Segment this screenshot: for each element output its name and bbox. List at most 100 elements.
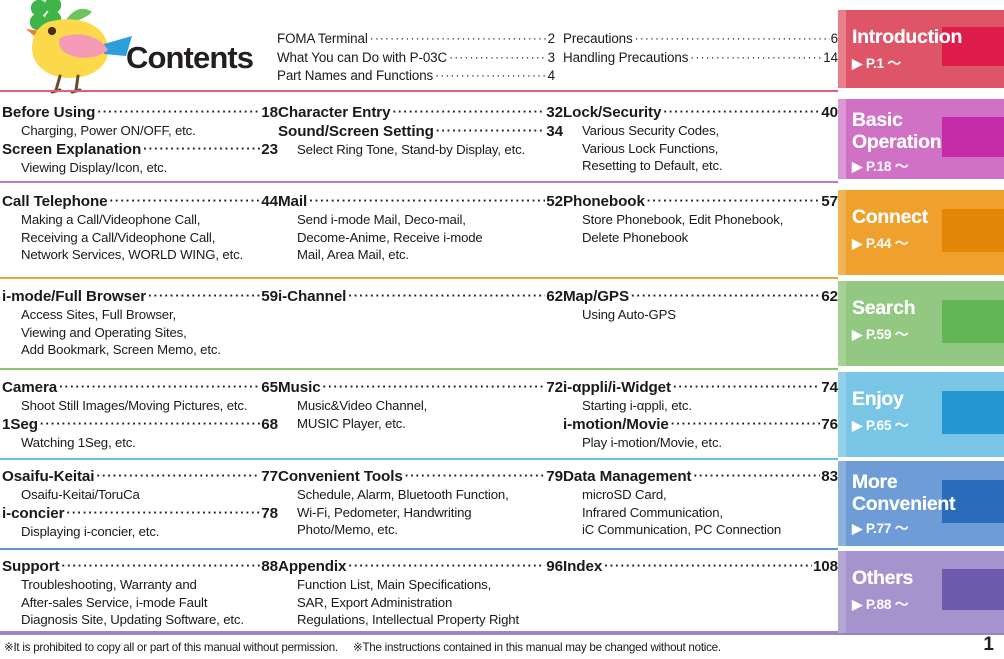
section-tab-others[interactable]: Others ▶ P.88 〜 (838, 551, 1004, 633)
toc-entry-subtitle: Troubleshooting, Warranty and (21, 577, 197, 592)
toc-entry[interactable]: Support ·································… (2, 557, 278, 629)
toc-entry-heading[interactable]: Mail ····································… (278, 192, 563, 211)
section-tab-connect[interactable]: Connect ▶ P.44 〜 (838, 190, 1004, 275)
toc-entry-subtitle: Network Services, WORLD WING, etc. (21, 247, 244, 263)
toc-column: Character Entry ·························… (278, 103, 563, 176)
leader-dots: ········································… (672, 379, 821, 394)
toc-entry-heading[interactable]: Appendix ································… (278, 557, 563, 576)
toc-entry[interactable]: Sound/Screen Setting ····················… (278, 122, 563, 159)
toc-entry-subtitle: Add Bookmark, Screen Memo, etc. (21, 342, 221, 358)
toc-entry-heading[interactable]: Lock/Security ···························… (563, 103, 838, 122)
toc-entry[interactable]: Map/GPS ·································… (563, 287, 838, 324)
contents-page: Contents FOMA Terminal ··················… (0, 0, 1004, 659)
toc-entry[interactable]: Index ···································… (563, 557, 838, 576)
toc-entry[interactable]: Character Entry ·························… (278, 103, 563, 122)
leader-dots: ········································… (435, 68, 547, 83)
toc-entry[interactable]: i-mode/Full Browser·····················… (2, 287, 278, 359)
toc-entry-title: Precautions (563, 31, 633, 46)
toc-entry-title: Index (563, 558, 603, 575)
toc-entry[interactable]: i-αppli/i-Widget ························… (563, 378, 838, 415)
toc-entry-heading[interactable]: i-motion/Movie ··························… (563, 415, 838, 434)
toc-entry-heading[interactable]: 1Seg ····································… (2, 415, 278, 434)
toc-entry-subtitle: Resetting to Default, etc. (582, 158, 723, 174)
toc-entry-heading[interactable]: Call Telephone ··························… (2, 192, 278, 211)
toc-entry-heading[interactable]: i-concier ·······························… (2, 504, 278, 523)
toc-entry[interactable]: Camera ··································… (2, 378, 278, 415)
section-tab-search[interactable]: Search ▶ P.59 〜 (838, 281, 1004, 366)
toc-entry-heading[interactable]: FOMA Terminal ···························… (277, 30, 555, 49)
tab-label: Search (852, 297, 916, 319)
leader-dots: ········································… (309, 193, 545, 208)
section-tab-enjoy[interactable]: Enjoy ▶ P.65 〜 (838, 372, 1004, 457)
toc-entry-title: i-concier (2, 504, 65, 522)
toc-column: Support ·································… (0, 557, 278, 629)
toc-entry-subtitle: Various Lock Functions, (582, 140, 719, 156)
section-tab-more-convenient[interactable]: More Convenient ▶ P.77 〜 (838, 461, 1004, 546)
tab-page-reference: ▶ P.59 〜 (852, 327, 909, 342)
toc-entry[interactable]: i-motion/Movie ··························… (563, 415, 838, 452)
toc-entry-subtitle: Select Ring Tone, Stand-by Display, etc. (297, 142, 526, 157)
tab-label: Introduction (852, 26, 963, 48)
toc-entry-heading[interactable]: Handling Precautions ····················… (563, 49, 838, 68)
toc-entry-heading[interactable]: Support ·································… (2, 557, 278, 576)
toc-entry-subtitle: Watching 1Seg, etc. (21, 434, 136, 450)
toc-entry-title: Character Entry (278, 104, 391, 121)
toc-column: Convenient Tools ························… (278, 467, 563, 540)
leader-dots: ········································… (690, 49, 823, 64)
leader-dots: ········································… (630, 288, 821, 303)
toc-entry-page: 6 (830, 31, 838, 46)
toc-entry[interactable]: Osaifu-Keitai ···························… (2, 467, 278, 504)
toc-entry-heading[interactable]: i-αppli/i-Widget ························… (563, 378, 838, 397)
toc-entry-heading[interactable]: Sound/Screen Setting ····················… (278, 122, 563, 141)
toc-entry-heading[interactable]: Osaifu-Keitai ···························… (2, 467, 278, 486)
contents-main: Contents FOMA Terminal ··················… (0, 0, 838, 633)
toc-entry-page: 88 (261, 558, 278, 575)
toc-entry-title: Appendix (278, 558, 347, 575)
toc-entry-heading[interactable]: Convenient Tools ························… (278, 467, 563, 486)
toc-entry-heading[interactable]: What You can Do with P-03C ··············… (277, 49, 555, 68)
toc-entry[interactable]: Before Using ····························… (2, 103, 278, 140)
toc-entry[interactable]: Phonebook ·······························… (563, 192, 838, 246)
toc-entry-heading[interactable]: Music ···································… (278, 378, 563, 397)
toc-entry[interactable]: Appendix ································… (278, 557, 563, 629)
toc-entry-subtitle: After-sales Service, i-mode Fault (21, 594, 208, 610)
leader-dots: ········································… (634, 31, 830, 45)
toc-entry-heading[interactable]: i-mode/Full Browser·····················… (2, 287, 278, 306)
toc-entry[interactable]: 1Seg ····································… (2, 415, 278, 452)
toc-entry-title: i-mode/Full Browser (2, 288, 147, 305)
toc-entry-heading[interactable]: Index ···································… (563, 557, 838, 576)
section-tab-basic-operation[interactable]: Basic Operation ▶ P.18 〜 (838, 99, 1004, 179)
toc-entry[interactable]: Call Telephone ··························… (2, 192, 278, 264)
toc-entry[interactable]: Music ···································… (278, 378, 563, 432)
toc-entry-heading[interactable]: Character Entry ·························… (278, 103, 563, 122)
toc-entry-heading[interactable]: Part Names and Functions ················… (277, 67, 555, 86)
toc-entry-heading[interactable]: i-Channel ·······························… (278, 287, 563, 306)
toc-entry-heading[interactable]: Camera ··································… (2, 378, 278, 397)
toc-entry-heading[interactable]: Map/GPS ·································… (563, 287, 838, 306)
toc-entry-heading[interactable]: Before Using ····························… (2, 103, 278, 122)
toc-entry-heading[interactable]: Precautions ·····························… (563, 30, 838, 49)
leader-dots: ········································… (604, 558, 812, 573)
toc-entry[interactable]: i-concier ·······························… (2, 504, 278, 541)
leader-dots: ········································… (96, 468, 260, 483)
toc-entry[interactable]: Mail ····································… (278, 192, 563, 264)
toc-entry-heading[interactable]: Phonebook ·······························… (563, 192, 838, 211)
toc-entry-page: 32 (546, 104, 563, 121)
toc-entry-heading[interactable]: Screen Explanation ······················… (2, 140, 278, 159)
toc-entry[interactable]: Lock/Security ···························… (563, 103, 838, 175)
leader-dots: ········································… (369, 31, 547, 45)
toc-entry[interactable]: i-Channel ·······························… (278, 287, 563, 306)
page-number: 1 (983, 634, 994, 655)
toc-entry[interactable]: Data Management·························… (563, 467, 838, 539)
toc-entry-subtitle: microSD Card, (582, 487, 667, 502)
section-divider (0, 277, 838, 279)
toc-entry-subtitle: Mail, Area Mail, etc. (297, 247, 409, 263)
leader-dots: ········································… (663, 104, 821, 119)
section-tab-introduction[interactable]: Introduction ▶ P.1 〜 (838, 10, 1004, 88)
toc-entry[interactable]: Convenient Tools ························… (278, 467, 563, 539)
toc-entry-page: 79 (546, 468, 563, 485)
toc-entry-title: Osaifu-Keitai (2, 468, 95, 485)
toc-entry-heading[interactable]: Data Management·························… (563, 467, 838, 486)
leader-dots: ········································… (693, 468, 820, 483)
toc-entry[interactable]: Screen Explanation ······················… (2, 140, 278, 177)
